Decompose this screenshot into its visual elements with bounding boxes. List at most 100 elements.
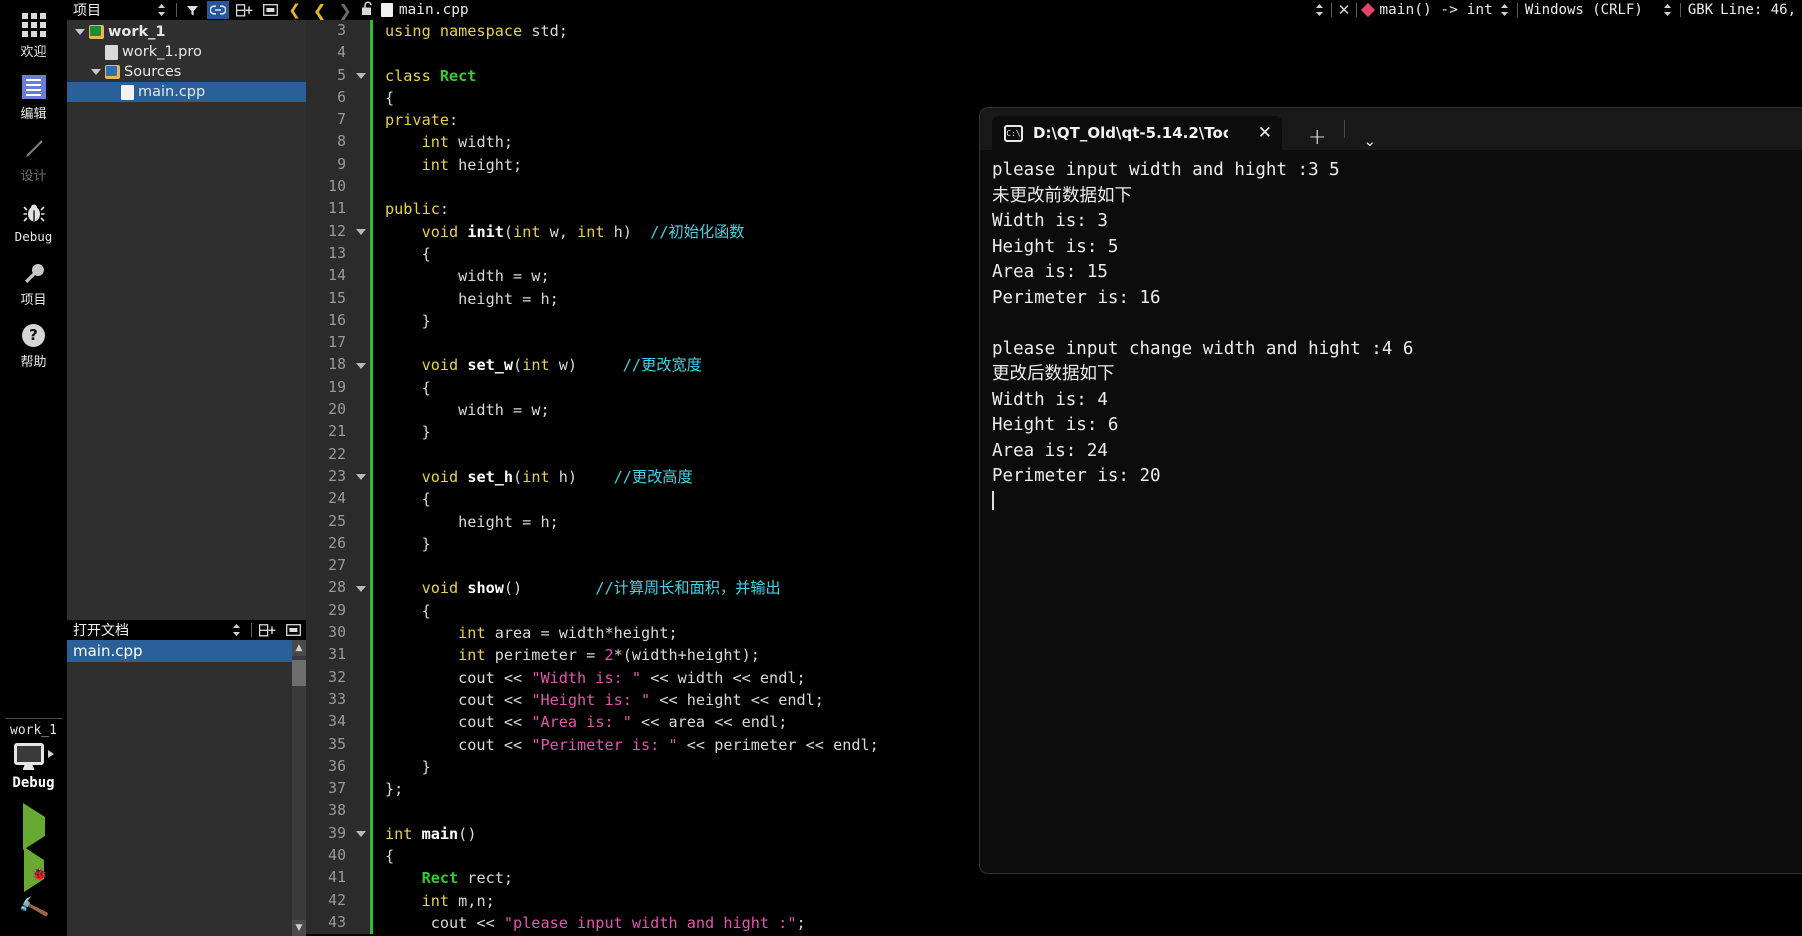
code-line-text: int perimeter = 2*(width+height); — [458, 646, 760, 665]
project-tree: work_1 work_1.pro Sources main.cpp — [67, 20, 306, 102]
fold-chevron-icon[interactable] — [356, 830, 366, 837]
code-line-text: using namespace std; — [385, 22, 568, 40]
encoding-stepper[interactable] — [1662, 3, 1673, 17]
run-button[interactable] — [22, 803, 45, 850]
toolbar-divider — [251, 623, 252, 637]
terminal-output[interactable]: please input width and hight :3 5 未更改前数据如… — [980, 150, 1802, 515]
code-line-text: int width; — [421, 133, 514, 152]
terminal-output-line: Height is: 6 — [992, 415, 1119, 435]
mode-item-projects[interactable]: 项目 — [0, 253, 67, 315]
collapse-panel-icon[interactable] — [282, 621, 304, 639]
code-line[interactable]: 6{ — [306, 86, 1802, 110]
fold-column — [352, 688, 370, 712]
tree-item[interactable]: main.cpp — [67, 82, 306, 102]
line-number: 19 — [306, 376, 352, 400]
line-number: 39 — [306, 822, 352, 845]
mode-item-design[interactable]: 设计 — [0, 129, 67, 191]
new-tab-icon[interactable]: + — [1308, 125, 1326, 150]
open-documents-scrollbar[interactable]: ▲ ▼ — [292, 640, 306, 936]
terminal-tab[interactable]: C:\ D:\QT_Old\qt-5.14.2\Tools\Qt( ✕ — [992, 116, 1282, 150]
sort-stepper-icon[interactable] — [150, 1, 172, 19]
code-line-text: cout << "Height is: " << height << endl; — [385, 690, 824, 709]
kit-selector[interactable]: work_1 Debug — [10, 723, 57, 791]
fold-column — [352, 242, 370, 266]
mode-item-welcome[interactable]: 欢迎 — [0, 5, 67, 67]
file-selector-stepper[interactable] — [1314, 3, 1325, 17]
scroll-up-arrow-icon[interactable]: ▲ — [292, 640, 306, 656]
line-number: 20 — [306, 399, 352, 422]
symbol-selector[interactable]: main() -> int — [1379, 2, 1493, 18]
tree-item[interactable]: work_1 — [67, 22, 306, 42]
fold-column — [352, 443, 370, 466]
monitor-icon — [13, 743, 44, 765]
open-document-item[interactable]: main.cpp — [67, 640, 306, 662]
fold-column — [352, 220, 370, 243]
close-editor-icon[interactable]: ✕ — [1338, 1, 1351, 19]
line-ending-stepper[interactable] — [1499, 3, 1510, 17]
terminal-toolbar-divider — [1344, 120, 1346, 138]
close-icon[interactable]: ✕ — [1258, 123, 1272, 143]
terminal-output-line: Area is: 15 — [992, 262, 1108, 282]
split-add-icon[interactable] — [233, 1, 255, 19]
fold-column — [352, 911, 370, 935]
fold-column — [352, 86, 370, 110]
code-line-text: }; — [385, 780, 404, 799]
code-line[interactable]: 4 — [306, 42, 1802, 65]
split-add-icon[interactable] — [256, 621, 278, 639]
tree-item[interactable]: Sources — [67, 62, 306, 82]
line-number: 25 — [306, 510, 352, 533]
project-panel-title: 项目 — [73, 3, 101, 19]
fold-chevron-icon[interactable] — [356, 362, 366, 369]
code-line-text: cout << "Perimeter is: " << perimeter <<… — [385, 735, 879, 754]
navigate-back-icon[interactable]: ❮ — [310, 1, 329, 20]
line-number: 37 — [306, 778, 352, 801]
code-line-text: Rect rect; — [421, 869, 514, 888]
line-ending-label[interactable]: Windows (CRLF) — [1525, 2, 1643, 18]
mode-item-edit[interactable]: 编辑 — [0, 67, 67, 129]
fold-column — [352, 64, 370, 87]
fold-column — [352, 309, 370, 333]
navigate-forward-icon[interactable]: ❯ — [335, 1, 354, 20]
code-line[interactable]: 42 int m,n; — [306, 889, 1802, 912]
fold-column — [352, 577, 370, 600]
fold-column — [352, 666, 370, 689]
chevron-down-icon[interactable] — [75, 29, 85, 35]
chevron-down-icon[interactable] — [91, 69, 101, 75]
code-line[interactable]: 3 using namespace std; — [306, 20, 1802, 43]
fold-column — [352, 733, 370, 756]
filter-icon[interactable] — [181, 1, 203, 19]
fold-chevron-icon[interactable] — [356, 228, 366, 235]
editor-tab-filename[interactable]: main.cpp — [399, 2, 469, 18]
encoding-label[interactable]: GBK — [1688, 2, 1713, 18]
collapse-panel-icon[interactable] — [259, 1, 281, 19]
scroll-down-arrow-icon[interactable]: ▼ — [292, 920, 306, 936]
tree-item[interactable]: work_1.pro — [67, 42, 306, 62]
mode-item-debug[interactable]: Debug — [0, 191, 67, 253]
scrollbar-thumb[interactable] — [292, 660, 306, 686]
mode-item-help[interactable]: ? 帮助 — [0, 315, 67, 377]
line-number: 42 — [306, 889, 352, 912]
unlocked-padlock-icon[interactable] — [361, 1, 375, 20]
code-line[interactable]: 5 class Rect — [306, 64, 1802, 87]
fold-chevron-icon[interactable] — [356, 585, 366, 592]
build-hammer-icon[interactable]: 🔨 — [16, 893, 50, 926]
function-diamond-icon — [1361, 2, 1376, 18]
fold-chevron-icon[interactable] — [356, 474, 366, 481]
fold-column — [352, 755, 370, 779]
code-line-text: { — [385, 846, 395, 865]
fold-column — [352, 532, 370, 556]
debug-button[interactable]: 🐞 — [23, 847, 48, 892]
line-number: 18 — [306, 354, 352, 377]
terminal-output-line: 未更改前数据如下 — [992, 185, 1132, 206]
tabbar-divider — [1679, 3, 1681, 17]
line-number: 29 — [306, 599, 352, 623]
chevron-down-icon[interactable]: ⌄ — [1363, 132, 1376, 150]
fold-chevron-icon[interactable] — [356, 72, 366, 79]
panel-back-arrow-icon[interactable]: ❮ — [285, 1, 304, 19]
terminal-output-line: please input change width and hight :4 6 — [992, 338, 1414, 359]
line-number: 36 — [306, 755, 352, 779]
sort-stepper-icon[interactable] — [225, 621, 247, 639]
link-sync-icon[interactable] — [207, 1, 230, 19]
code-line[interactable]: 43 cout << "please input width and hight… — [306, 911, 1802, 935]
